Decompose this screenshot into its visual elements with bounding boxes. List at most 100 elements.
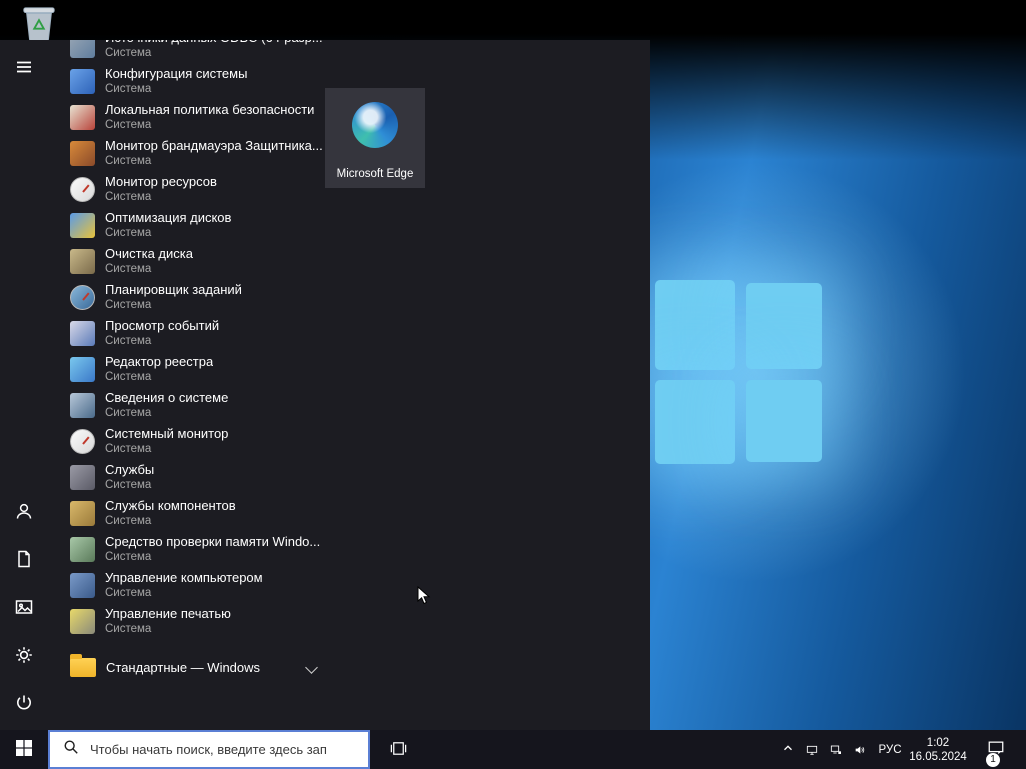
documents-icon	[14, 549, 34, 572]
start-menu-app[interactable]: Оптимизация дисков Система	[48, 207, 330, 243]
app-title: Управление печатью	[105, 606, 231, 621]
defragment-drives-icon	[70, 212, 95, 238]
windows-wallpaper-logo	[655, 380, 735, 464]
app-title: Средство проверки памяти Windo...	[105, 534, 321, 549]
start-menu-app[interactable]: Средство проверки памяти Windo... Система	[48, 531, 330, 567]
task-scheduler-icon	[70, 284, 95, 310]
tray-device-icon[interactable]	[800, 730, 824, 769]
expand-menu-button[interactable]	[0, 44, 48, 92]
pictures-button[interactable]	[0, 584, 48, 632]
windows-wallpaper-logo	[746, 380, 822, 462]
memory-diagnostic-icon	[70, 536, 95, 562]
app-subtitle: Система	[105, 83, 152, 95]
app-title: Монитор брандмауэра Защитника...	[105, 138, 323, 153]
start-menu-app[interactable]: Службы компонентов Система	[48, 495, 330, 531]
start-menu-app[interactable]: Локальная политика безопасности Система	[48, 99, 330, 135]
start-menu-app[interactable]: Монитор брандмауэра Защитника... Система	[48, 135, 330, 171]
search-icon	[63, 739, 79, 760]
edge-icon	[352, 102, 398, 148]
task-view-button[interactable]	[376, 730, 420, 769]
hamburger-icon	[14, 57, 34, 80]
pictures-icon	[14, 597, 34, 620]
app-subtitle: Система	[105, 623, 152, 635]
hidden-icons-button[interactable]	[775, 730, 801, 769]
app-subtitle: Система	[105, 443, 152, 455]
start-menu: Источники данных ODBC (64-разр...Система…	[0, 40, 650, 730]
local-security-policy-icon	[70, 104, 95, 130]
mouse-cursor	[417, 585, 431, 611]
power-icon	[14, 693, 34, 716]
app-subtitle: Система	[105, 587, 152, 599]
start-menu-app[interactable]: Управление печатью Система	[48, 603, 330, 639]
language-indicator[interactable]: РУС	[872, 730, 908, 769]
app-subtitle: Система	[105, 155, 152, 167]
taskbar-search-box[interactable]	[48, 730, 370, 769]
search-input[interactable]	[88, 741, 368, 758]
app-title: Очистка диска	[105, 246, 193, 261]
tile-label: Microsoft Edge	[336, 168, 414, 180]
folder-icon	[70, 653, 96, 677]
start-menu-app[interactable]: Очистка диска Система	[48, 243, 330, 279]
app-title: Системный монитор	[105, 426, 229, 441]
registry-editor-icon	[70, 356, 95, 382]
computer-management-icon	[70, 572, 95, 598]
disk-cleanup-icon	[70, 248, 95, 274]
app-title: Просмотр событий	[105, 318, 220, 333]
taskbar: РУС 1:02 16.05.2024 1	[0, 730, 1026, 769]
clock[interactable]: 1:02 16.05.2024	[906, 730, 970, 769]
account-icon	[14, 501, 34, 524]
clock-time: 1:02	[926, 736, 950, 749]
app-subtitle: Система	[105, 551, 152, 563]
resource-monitor-icon	[70, 176, 95, 202]
start-menu-app[interactable]: Монитор ресурсов Система	[48, 171, 330, 207]
performance-monitor-icon	[70, 428, 95, 454]
start-menu-app[interactable]: Службы Система	[48, 459, 330, 495]
settings-gear-icon	[14, 645, 34, 668]
start-menu-rail	[0, 40, 48, 730]
start-menu-app[interactable]: Управление компьютером Система	[48, 567, 330, 603]
app-subtitle: Система	[105, 335, 152, 347]
app-subtitle: Система	[105, 515, 152, 527]
windows-wallpaper-logo	[655, 280, 735, 370]
windows-start-icon	[16, 740, 32, 759]
action-center-button[interactable]: 1	[974, 730, 1018, 769]
start-menu-app[interactable]: Источники данных ODBC (64-разр...Система	[48, 40, 330, 63]
settings-button[interactable]	[0, 632, 48, 680]
app-title: Конфигурация системы	[105, 66, 248, 81]
services-icon	[70, 464, 95, 490]
account-button[interactable]	[0, 488, 48, 536]
power-button[interactable]	[0, 680, 48, 728]
clock-date: 16.05.2024	[909, 750, 967, 763]
start-menu-app[interactable]: Системный монитор Система	[48, 423, 330, 459]
print-management-icon	[70, 608, 95, 634]
app-title: Управление компьютером	[105, 570, 263, 585]
chevron-down-icon[interactable]	[305, 660, 318, 674]
start-menu-app-list: Источники данных ODBC (64-разр...Система…	[48, 40, 330, 700]
recycle-bin-icon[interactable]	[20, 2, 60, 44]
start-menu-app[interactable]: Планировщик заданий Система	[48, 279, 330, 315]
app-subtitle: Система	[105, 407, 152, 419]
app-subtitle: Система	[105, 371, 152, 383]
system-information-icon	[70, 392, 95, 418]
app-subtitle: Система	[105, 119, 152, 131]
tray-network-icon[interactable]	[824, 730, 848, 769]
start-menu-app[interactable]: Просмотр событий Система	[48, 315, 330, 351]
start-menu-app[interactable]: Конфигурация системы Система	[48, 63, 330, 99]
event-viewer-icon	[70, 320, 95, 346]
start-button[interactable]	[0, 730, 48, 769]
component-services-icon	[70, 500, 95, 526]
chevron-up-icon	[781, 741, 795, 758]
tile-microsoft-edge[interactable]: Microsoft Edge	[325, 88, 425, 188]
tray-volume-icon[interactable]	[848, 730, 872, 769]
notification-badge: 1	[986, 753, 1000, 767]
app-title: Редактор реестра	[105, 354, 214, 369]
app-title: Локальная политика безопасности	[105, 102, 315, 117]
start-menu-app[interactable]: Сведения о системе Система	[48, 387, 330, 423]
app-subtitle: Система	[105, 191, 152, 203]
documents-button[interactable]	[0, 536, 48, 584]
app-subtitle: Система	[105, 263, 152, 275]
odbc-data-sources-icon	[70, 40, 95, 58]
task-view-icon	[389, 739, 408, 761]
start-menu-folder-standard-windows[interactable]: Стандартные — Windows	[48, 647, 330, 687]
start-menu-app[interactable]: Редактор реестра Система	[48, 351, 330, 387]
